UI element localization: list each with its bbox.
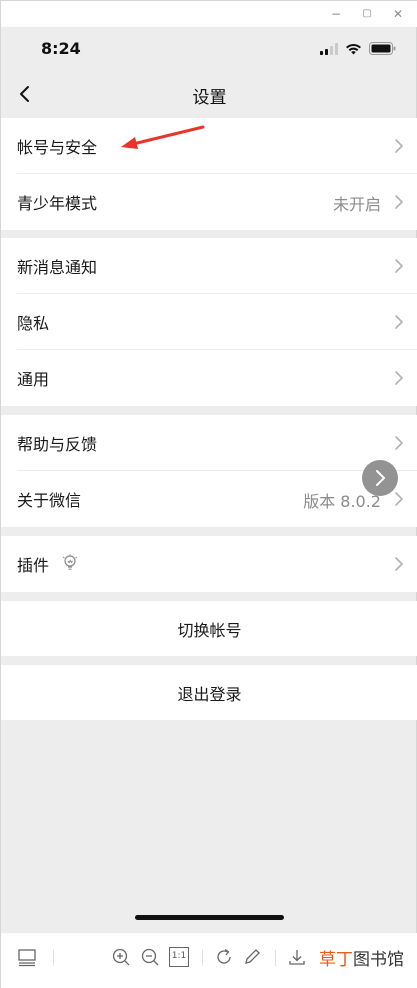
logout-label: 退出登录 — [177, 685, 242, 704]
settings-item-plugins[interactable]: 插件 — [1, 536, 417, 592]
status-bar: 8:24 — [1, 27, 417, 71]
rotate-icon[interactable] — [214, 947, 234, 967]
settings-group-about: 帮助与反馈 关于微信 版本 8.0.2 — [1, 415, 417, 527]
logout-button[interactable]: 退出登录 — [1, 665, 417, 720]
zoom-in-icon[interactable] — [111, 947, 131, 967]
maximize-button[interactable]: ▢ — [359, 6, 375, 22]
settings-group-general: 新消息通知 隐私 通用 — [1, 238, 417, 406]
brand-logo: 草丁图书馆 — [319, 945, 404, 970]
chevron-right-icon — [395, 139, 403, 153]
settings-item-notifications[interactable]: 新消息通知 — [1, 238, 417, 294]
chevron-right-icon — [395, 259, 403, 273]
window-title-bar: − ▢ ✕ — [1, 1, 417, 27]
settings-item-label: 隐私 — [17, 314, 50, 333]
app-window: − ▢ ✕ 8:24 设置 帐号与安全 青少年模式 未开启 新消息通知 隐私 通… — [0, 0, 417, 988]
settings-group-plugins: 插件 — [1, 536, 417, 592]
status-time: 8:24 — [41, 39, 81, 58]
download-icon[interactable] — [287, 947, 307, 967]
logout-section: 退出登录 — [1, 665, 417, 720]
chevron-right-icon — [395, 557, 403, 571]
settings-item-label: 帐号与安全 — [17, 138, 98, 157]
signal-icon — [320, 42, 338, 55]
settings-item-label: 新消息通知 — [17, 258, 98, 277]
settings-item-value: 未开启 — [332, 195, 381, 214]
battery-icon — [369, 42, 396, 55]
home-indicator — [135, 915, 284, 920]
chevron-right-icon — [376, 470, 385, 486]
settings-item-teen-mode[interactable]: 青少年模式 未开启 — [1, 174, 417, 230]
settings-item-about-wechat[interactable]: 关于微信 版本 8.0.2 — [1, 471, 417, 527]
brand-text: 图书馆 — [353, 950, 404, 970]
settings-item-label: 插件 — [17, 556, 50, 575]
wifi-icon — [346, 43, 361, 54]
settings-group-account: 帐号与安全 青少年模式 未开启 — [1, 118, 417, 230]
settings-item-label: 通用 — [17, 370, 50, 389]
zoom-out-icon[interactable] — [140, 947, 160, 967]
toolbar-divider — [202, 950, 203, 966]
settings-item-label: 帮助与反馈 — [17, 435, 98, 454]
settings-item-general[interactable]: 通用 — [1, 350, 417, 406]
page-title: 设置 — [192, 88, 227, 108]
actual-size-icon[interactable]: 1:1 — [169, 947, 189, 967]
close-button[interactable]: ✕ — [390, 6, 406, 22]
chevron-right-icon — [395, 315, 403, 329]
settings-item-privacy[interactable]: 隐私 — [1, 294, 417, 350]
settings-item-label: 关于微信 — [17, 491, 82, 510]
status-icons — [320, 42, 396, 55]
chevron-right-icon — [395, 371, 403, 385]
chevron-right-icon — [395, 195, 403, 209]
settings-item-account-security[interactable]: 帐号与安全 — [1, 118, 417, 174]
layout-icon[interactable] — [17, 947, 37, 967]
settings-item-help-feedback[interactable]: 帮助与反馈 — [1, 415, 417, 471]
lightbulb-icon — [62, 554, 78, 570]
nav-bar: 设置 — [1, 71, 417, 117]
brand-accent-text: 草丁 — [319, 950, 353, 970]
switch-account-button[interactable]: 切换帐号 — [1, 601, 417, 656]
annotation-arrow — [121, 125, 205, 149]
settings-item-label: 青少年模式 — [17, 194, 98, 213]
switch-account-section: 切换帐号 — [1, 601, 417, 656]
viewer-toolbar: 1:1 草丁图书馆 — [1, 933, 417, 988]
toolbar-divider — [53, 950, 54, 966]
chevron-right-icon — [395, 436, 403, 450]
minimize-button[interactable]: − — [328, 6, 344, 22]
switch-account-label: 切换帐号 — [177, 621, 242, 640]
toolbar-divider — [275, 950, 276, 966]
floating-next-button[interactable] — [362, 460, 398, 496]
edit-icon[interactable] — [242, 947, 262, 967]
